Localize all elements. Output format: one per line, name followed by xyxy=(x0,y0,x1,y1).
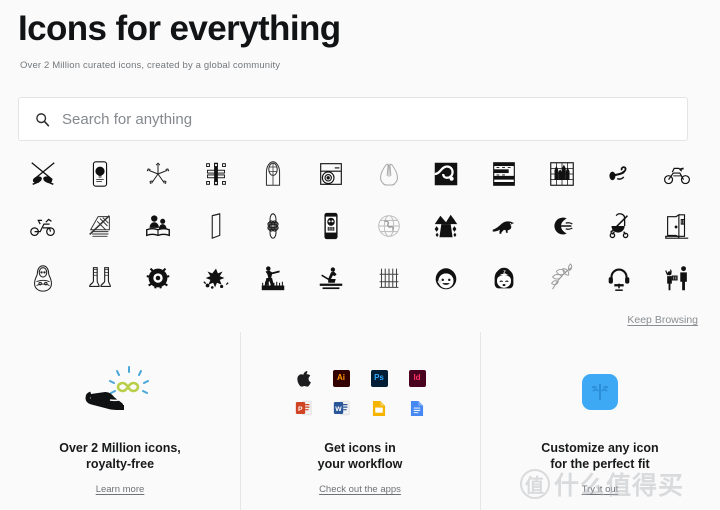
indesign-icon: Id xyxy=(408,369,426,387)
icon-tile-headphones-stand[interactable] xyxy=(591,252,649,304)
icon-tile-fireworks-burst[interactable] xyxy=(187,252,245,304)
icon-tile-winding-road-path[interactable] xyxy=(418,148,476,200)
icon-tile-garden-fence[interactable] xyxy=(360,252,418,304)
illustrator-icon: Ai xyxy=(332,369,350,387)
try-it-out-link[interactable]: Try it out xyxy=(582,484,619,495)
icon-results-grid: z xyxy=(14,148,706,304)
icon-tile-matryoshka-doll[interactable] xyxy=(14,252,72,304)
icon-tile-scooter-motorbike[interactable] xyxy=(14,200,72,252)
icon-tile-sleeping-girl-face[interactable]: z xyxy=(475,252,533,304)
svg-text:z: z xyxy=(503,269,506,275)
icon-library-page: Icons for everything Over 2 Million cura… xyxy=(0,0,720,510)
icon-tile-crossed-fencing-swords[interactable] xyxy=(14,148,72,200)
icon-tile-pencil-design-artboard[interactable] xyxy=(187,148,245,200)
page-title: Icons for everything xyxy=(18,9,341,48)
icon-tile-whistle-blowing[interactable] xyxy=(591,148,649,200)
google-slides-icon xyxy=(371,400,388,417)
card-title-line1: Customize any icon xyxy=(541,441,659,455)
icon-tile-starfish-sketch[interactable] xyxy=(129,148,187,200)
word-icon: W xyxy=(333,400,350,417)
powerpoint-icon: P xyxy=(295,400,312,417)
card-title-line1: Get icons in xyxy=(324,441,396,455)
icon-tile-dinosaur-raptor[interactable] xyxy=(475,200,533,252)
photoshop-icon: Ps xyxy=(370,369,388,387)
icon-tile-sport-motorcycle[interactable] xyxy=(648,148,706,200)
apple-icon xyxy=(295,370,312,387)
learn-more-link[interactable]: Learn more xyxy=(96,484,145,495)
feature-cards: Over 2 Million icons, royalty-free Learn… xyxy=(0,332,720,510)
feature-card-royalty-free: Over 2 Million icons, royalty-free Learn… xyxy=(0,338,240,510)
card-title-line2: royalty-free xyxy=(85,457,155,471)
icon-tile-city-skyline-grid[interactable] xyxy=(533,148,591,200)
app-icons-grid: Ai Ps Id P W xyxy=(288,360,432,424)
icon-tile-globe-earth-sketch[interactable] xyxy=(360,200,418,252)
check-out-apps-link[interactable]: Check out the apps xyxy=(319,484,401,495)
card-title-workflow: Get icons in your workflow xyxy=(318,440,403,472)
svg-text:P: P xyxy=(297,406,302,413)
icon-tile-flower-blossom[interactable] xyxy=(245,200,303,252)
feature-card-customize: Customize any icon for the perfect fit T… xyxy=(480,332,720,510)
icon-tile-vinyl-record-player[interactable] xyxy=(302,148,360,200)
svg-text:W: W xyxy=(335,406,342,413)
icon-tile-praying-hands[interactable] xyxy=(360,148,418,200)
card-title-customize: Customize any icon for the perfect fit xyxy=(541,440,658,472)
icon-tile-smartphone-outline[interactable] xyxy=(187,200,245,252)
icon-tile-leaf-branch[interactable] xyxy=(533,252,591,304)
feature-card-workflow: Ai Ps Id P W Get icons in your workflow … xyxy=(240,332,480,510)
icon-tile-no-stroller[interactable] xyxy=(591,200,649,252)
google-docs-icon xyxy=(409,400,426,417)
card-title-line2: for the perfect fit xyxy=(550,457,650,471)
icon-tile-bug-beetle[interactable] xyxy=(129,252,187,304)
icon-tile-hunter-field[interactable] xyxy=(245,252,303,304)
icon-tile-open-door-exit[interactable] xyxy=(648,200,706,252)
icon-tile-crescent-swirl[interactable] xyxy=(533,200,591,252)
blue-face-app-icon xyxy=(582,360,618,424)
icon-tile-smartphone-lightbulb-idea[interactable] xyxy=(72,148,130,200)
icon-tile-layered-film-strip[interactable] xyxy=(475,148,533,200)
hand-infinity-icon xyxy=(77,360,163,424)
icon-tile-gothic-arch-window[interactable] xyxy=(245,148,303,200)
icon-tile-phone-skull-alert[interactable] xyxy=(302,200,360,252)
keep-browsing-link[interactable]: Keep Browsing xyxy=(627,314,698,326)
icon-tile-boots-footwear[interactable] xyxy=(72,252,130,304)
search-input[interactable] xyxy=(62,110,671,128)
icon-tile-smiling-boy-face[interactable] xyxy=(418,252,476,304)
icon-tile-parents-reading-book[interactable] xyxy=(129,200,187,252)
card-title-line1: Over 2 Million icons, xyxy=(59,441,181,455)
card-title-royalty-free: Over 2 Million icons, royalty-free xyxy=(59,440,181,472)
icon-tile-rowing-boat[interactable] xyxy=(302,252,360,304)
icon-tile-crossed-out-poster[interactable] xyxy=(72,200,130,252)
icon-tile-mountain-waterfall[interactable] xyxy=(418,200,476,252)
search-icon xyxy=(35,112,50,127)
card-title-line2: your workflow xyxy=(317,457,403,471)
icon-tile-adult-child-gift[interactable] xyxy=(648,252,706,304)
search-bar[interactable] xyxy=(18,97,688,141)
page-subtitle: Over 2 Million curated icons, created by… xyxy=(20,60,281,71)
